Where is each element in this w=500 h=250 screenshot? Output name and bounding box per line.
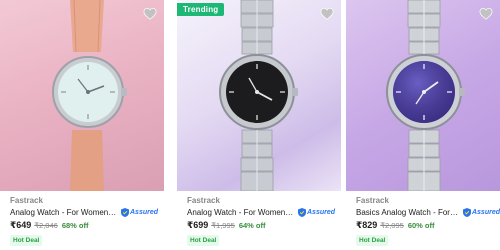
- product-mrp: ₹2,046: [34, 221, 58, 230]
- trending-badge: Trending: [177, 3, 225, 16]
- product-grid: Fastrack Analog Watch - For Women NT6...…: [0, 0, 500, 250]
- assured-label: Assured: [307, 209, 336, 216]
- assured-label: Assured: [471, 209, 500, 216]
- assured-badge: Assured: [121, 208, 158, 217]
- product-image[interactable]: [0, 0, 164, 191]
- heart-icon[interactable]: [143, 7, 157, 21]
- watch-image: [52, 0, 127, 191]
- watch-image: [219, 0, 298, 191]
- product-brand: Fastrack: [10, 196, 43, 205]
- assured-shield-icon: [298, 208, 306, 217]
- product-title[interactable]: Basics Analog Watch - For Wom...: [356, 208, 460, 217]
- product-card[interactable]: Fastrack Basics Analog Watch - For Wom..…: [346, 0, 500, 250]
- assured-badge: Assured: [298, 208, 335, 217]
- product-image[interactable]: Trending: [177, 0, 341, 191]
- assured-label: Assured: [130, 209, 159, 216]
- hot-deal-badge: Hot Deal: [187, 235, 220, 246]
- product-discount: 60% off: [407, 221, 435, 230]
- product-title[interactable]: Analog Watch - For Women NT6...: [187, 208, 295, 217]
- product-price: ₹829: [356, 220, 378, 230]
- product-discount: 64% off: [238, 221, 266, 230]
- product-mrp: ₹1,995: [211, 221, 235, 230]
- product-brand: Fastrack: [187, 196, 220, 205]
- hot-deal-badge: Hot Deal: [356, 235, 389, 246]
- product-discount: 68% off: [61, 221, 89, 230]
- heart-icon[interactable]: [320, 7, 334, 21]
- product-image[interactable]: [346, 0, 500, 191]
- product-card[interactable]: Fastrack Analog Watch - For Women NT6...…: [0, 0, 164, 250]
- product-brand: Fastrack: [356, 196, 389, 205]
- product-title[interactable]: Analog Watch - For Women NT6...: [10, 208, 118, 217]
- heart-icon[interactable]: [479, 7, 493, 21]
- assured-shield-icon: [462, 208, 471, 217]
- hot-deal-badge: Hot Deal: [10, 235, 43, 246]
- watch-image: [386, 0, 465, 191]
- product-price: ₹649: [10, 220, 32, 230]
- product-mrp: ₹2,095: [380, 221, 404, 230]
- product-card[interactable]: Trending Fastrack Analog Watch - For Wom…: [177, 0, 341, 250]
- assured-shield-icon: [121, 208, 129, 217]
- product-price: ₹699: [187, 220, 209, 230]
- assured-badge: Assured: [462, 208, 500, 217]
